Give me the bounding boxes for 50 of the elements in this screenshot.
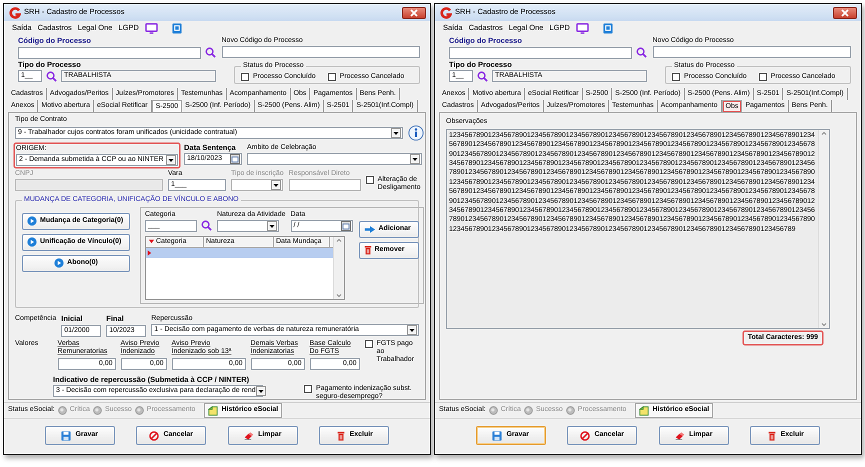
checkbox[interactable] xyxy=(366,176,374,184)
info-icon[interactable] xyxy=(407,124,425,141)
checkbox[interactable] xyxy=(672,72,680,81)
save-icon xyxy=(492,430,502,440)
trash-icon xyxy=(766,430,777,440)
cancel-icon xyxy=(580,430,590,440)
trash-icon xyxy=(336,430,346,440)
search-icon[interactable] xyxy=(201,220,212,232)
search-icon[interactable] xyxy=(636,47,647,58)
caret-icon[interactable] xyxy=(256,387,265,396)
play-icon xyxy=(54,258,64,268)
search-icon[interactable] xyxy=(477,70,488,82)
play-icon xyxy=(27,216,37,226)
text-field[interactable] xyxy=(449,46,632,59)
checkbox[interactable] xyxy=(328,72,336,81)
monitor-icon[interactable] xyxy=(576,22,589,34)
checkbox[interactable] xyxy=(364,340,373,348)
close-icon xyxy=(409,8,419,16)
eraser-icon xyxy=(675,430,686,440)
search-icon[interactable] xyxy=(46,70,57,82)
checkbox[interactable] xyxy=(758,72,767,81)
monitor-icon[interactable] xyxy=(144,22,158,34)
document-icon[interactable] xyxy=(172,22,182,34)
cancel-icon xyxy=(149,430,160,440)
scroll-up-icon xyxy=(820,130,828,136)
close-button[interactable] xyxy=(833,6,857,18)
close-icon xyxy=(840,8,850,16)
checkbox[interactable] xyxy=(304,384,312,393)
sort-icon xyxy=(148,238,155,246)
text-field[interactable] xyxy=(652,46,851,58)
trash-icon xyxy=(364,245,372,256)
arrow-right-icon xyxy=(364,224,376,234)
text-field[interactable] xyxy=(18,46,201,59)
app-logo-icon xyxy=(440,6,452,18)
checkbox[interactable] xyxy=(241,72,249,81)
calendar-icon[interactable] xyxy=(230,154,240,164)
calendar-icon[interactable] xyxy=(340,220,350,231)
document-icon xyxy=(639,406,650,416)
scroll-up-icon xyxy=(335,236,343,243)
save-icon xyxy=(61,430,72,440)
play-icon xyxy=(27,237,37,248)
app-logo-icon xyxy=(9,6,21,18)
scroll-down-icon xyxy=(820,322,828,328)
eraser-icon xyxy=(244,430,254,440)
scroll-down-icon xyxy=(335,292,343,299)
text-field[interactable] xyxy=(222,46,420,58)
search-icon[interactable] xyxy=(205,47,216,58)
document-icon[interactable] xyxy=(602,22,613,34)
close-button[interactable] xyxy=(402,6,426,18)
document-icon xyxy=(208,406,218,416)
